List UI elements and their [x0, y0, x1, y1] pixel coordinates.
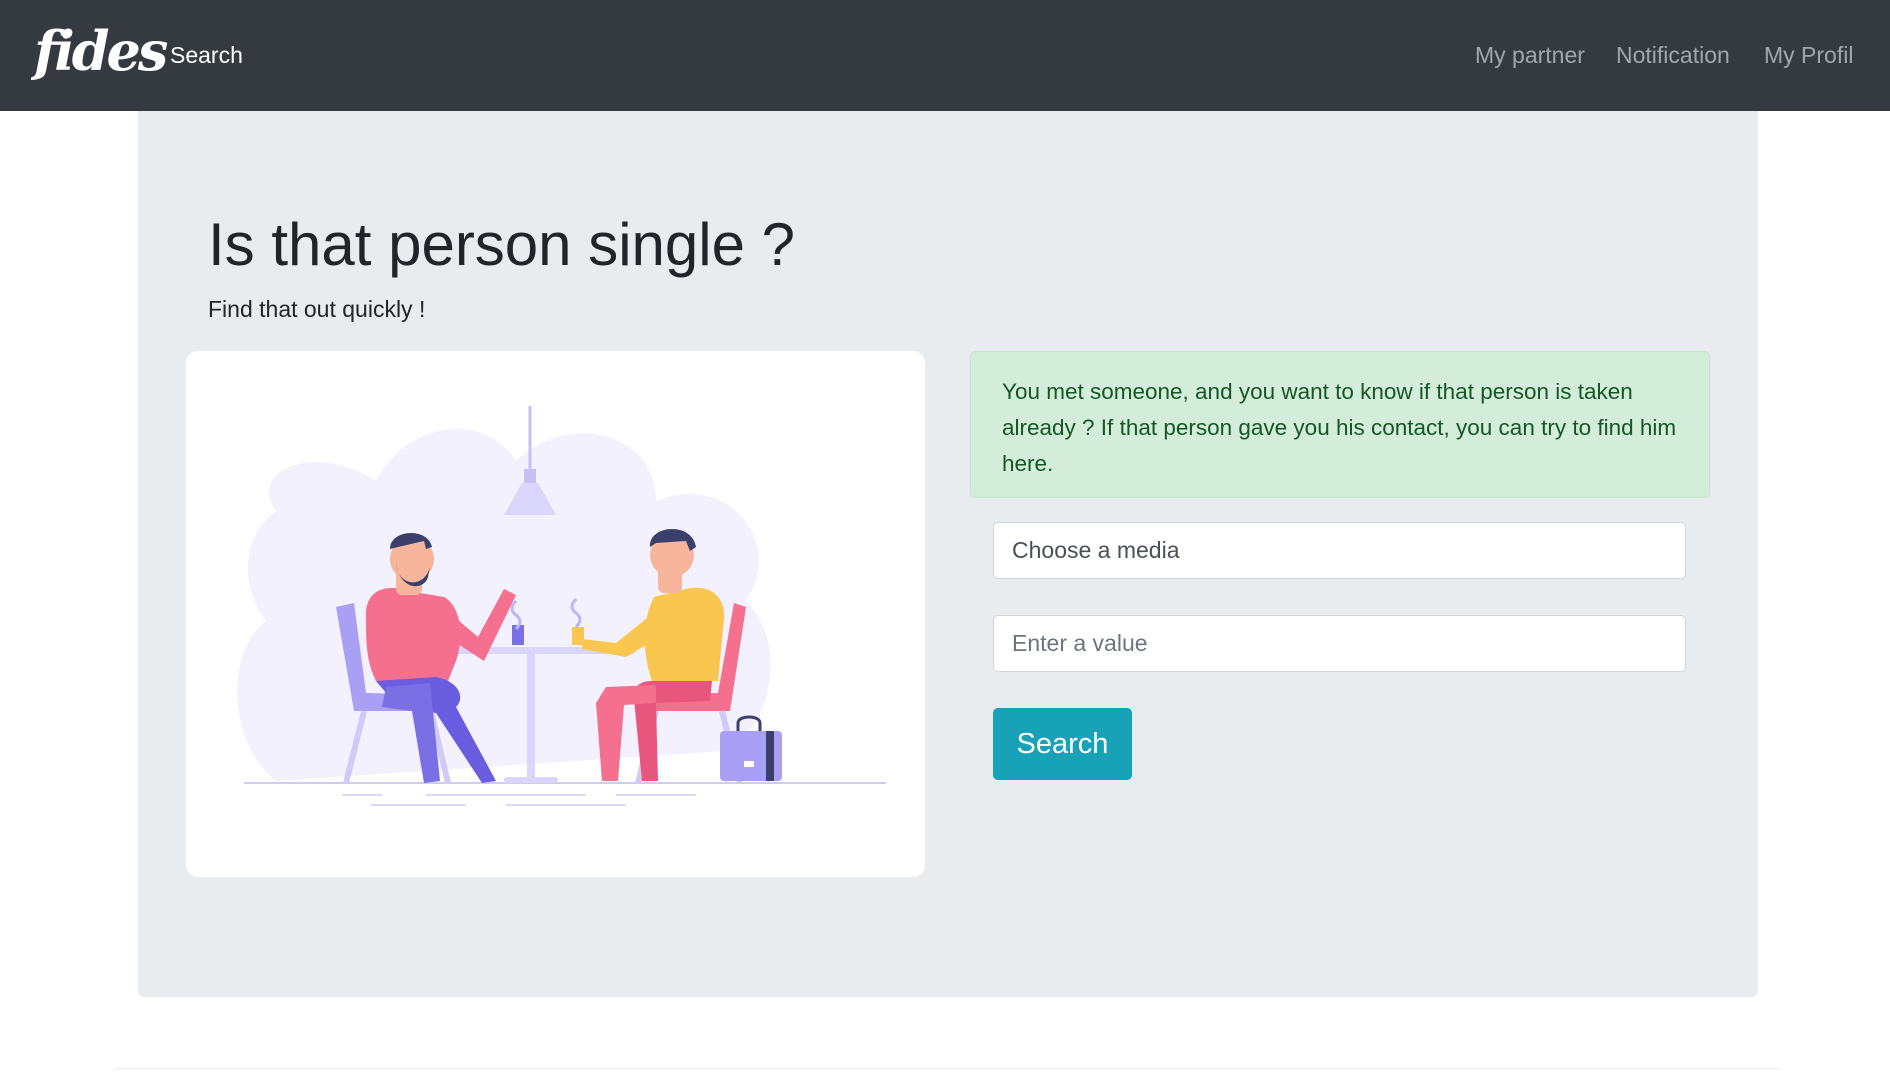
nav-my-partner-link[interactable]: My partner [1475, 40, 1585, 70]
search-button[interactable]: Search [993, 708, 1132, 780]
brand-logo[interactable]: fides [34, 16, 168, 86]
footer-divider [115, 1068, 1780, 1069]
nav-search-link[interactable]: Search [170, 40, 243, 70]
top-navbar: fides Search My partner Notification My … [0, 0, 1890, 111]
cafe-meeting-illustration [237, 406, 886, 806]
page-title: Is that person single ? [208, 211, 796, 278]
page-subtitle: Find that out quickly ! [208, 296, 426, 322]
nav-notification-link[interactable]: Notification [1616, 40, 1730, 70]
illustration-card [186, 351, 925, 877]
info-alert: You met someone, and you want to know if… [970, 351, 1710, 498]
value-input[interactable] [993, 615, 1686, 672]
media-select[interactable]: Choose a media [993, 522, 1686, 579]
nav-my-profil-link[interactable]: My Profil [1764, 40, 1853, 70]
